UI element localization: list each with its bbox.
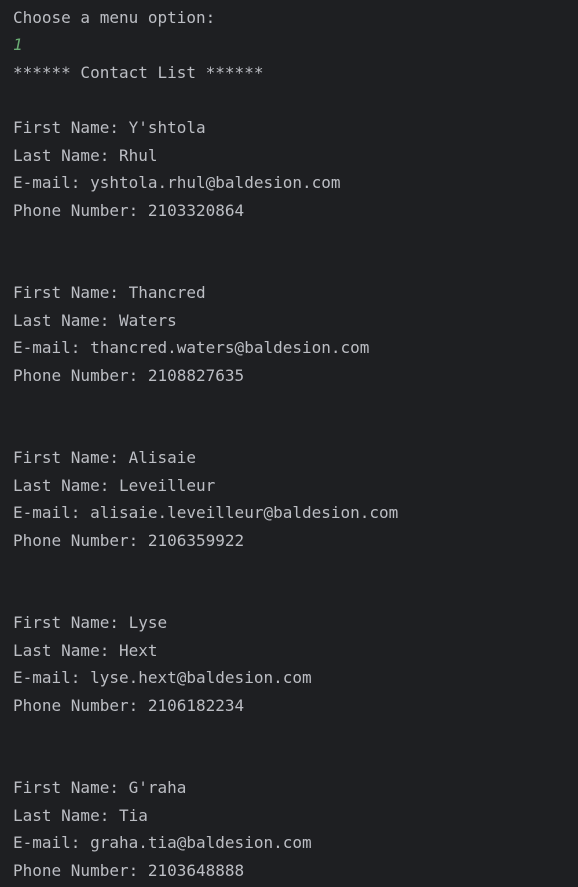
last-name-line: Last Name: Waters: [13, 310, 177, 332]
email-line: E-mail: thancred.waters@baldesion.com: [13, 337, 369, 359]
last-name-line: Last Name: Tia: [13, 805, 148, 827]
last-name-value: Hext: [118, 640, 158, 660]
phone-number-line: Phone Number: 2106182234: [13, 695, 244, 717]
email-label: E-mail:: [13, 833, 91, 852]
email-value: graha.tia@baldesion.com: [90, 833, 312, 852]
last-name-line: Last Name: Rhul: [13, 145, 158, 167]
email-label: E-mail:: [13, 668, 91, 687]
user-input: 1: [13, 35, 23, 54]
first-name-value: Lyse: [128, 613, 168, 632]
first-name-label: First Name:: [13, 778, 129, 797]
last-name-label: Last Name:: [13, 805, 119, 825]
phone-number-line: Phone Number: 2103320864: [13, 200, 244, 222]
email-line: E-mail: lyse.hext@baldesion.com: [13, 667, 312, 689]
email-label: E-mail:: [13, 173, 91, 192]
first-name-line: First Name: Lyse: [13, 612, 167, 634]
email-value: thancred.waters@baldesion.com: [90, 338, 370, 357]
last-name-label: Last Name:: [13, 145, 119, 165]
phone-number-label: Phone Number:: [13, 365, 148, 385]
first-name-label: First Name:: [13, 118, 129, 137]
last-name-label: Last Name:: [13, 310, 119, 330]
last-name-line: Last Name: Leveilleur: [13, 475, 215, 497]
last-name-label: Last Name:: [13, 640, 119, 660]
email-label: E-mail:: [13, 338, 91, 357]
phone-number-line: Phone Number: 2103648888: [13, 860, 244, 882]
email-line: E-mail: alisaie.leveilleur@baldesion.com: [13, 502, 398, 524]
email-value: alisaie.leveilleur@baldesion.com: [90, 503, 399, 522]
last-name-value: Tia: [118, 805, 148, 825]
first-name-label: First Name:: [13, 613, 129, 632]
first-name-label: First Name:: [13, 448, 129, 467]
first-name-line: First Name: Alisaie: [13, 447, 196, 469]
console-output: Choose a menu option: 1 ****** Contact L…: [0, 0, 578, 887]
last-name-value: Leveilleur: [118, 475, 216, 495]
first-name-line: First Name: Thancred: [13, 282, 206, 304]
phone-number-label: Phone Number:: [13, 860, 148, 880]
email-label: E-mail:: [13, 503, 91, 522]
phone-number-line: Phone Number: 2106359922: [13, 530, 244, 552]
email-value: yshtola.rhul@baldesion.com: [90, 173, 341, 192]
last-name-label: Last Name:: [13, 475, 119, 495]
first-name-value: Alisaie: [128, 448, 197, 467]
menu-prompt: Choose a menu option:: [13, 8, 216, 27]
first-name-value: Thancred: [128, 283, 206, 302]
first-name-label: First Name:: [13, 283, 129, 302]
phone-number-value: 2103320864: [147, 200, 245, 220]
last-name-value: Waters: [118, 310, 177, 330]
phone-number-label: Phone Number:: [13, 530, 148, 550]
first-name-value: G'raha: [128, 778, 187, 797]
phone-number-label: Phone Number:: [13, 695, 148, 715]
list-header: ****** Contact List ******: [13, 63, 264, 82]
phone-number-value: 2108827635: [147, 365, 245, 385]
phone-number-value: 2103648888: [147, 860, 245, 880]
phone-number-line: Phone Number: 2108827635: [13, 365, 244, 387]
email-line: E-mail: graha.tia@baldesion.com: [13, 832, 312, 854]
phone-number-label: Phone Number:: [13, 200, 148, 220]
last-name-value: Rhul: [118, 145, 158, 165]
last-name-line: Last Name: Hext: [13, 640, 158, 662]
phone-number-value: 2106359922: [147, 530, 245, 550]
first-name-value: Y'shtola: [128, 118, 206, 137]
email-value: lyse.hext@baldesion.com: [90, 668, 312, 687]
first-name-line: First Name: G'raha: [13, 777, 186, 799]
first-name-line: First Name: Y'shtola: [13, 117, 206, 139]
phone-number-value: 2106182234: [147, 695, 245, 715]
email-line: E-mail: yshtola.rhul@baldesion.com: [13, 172, 341, 194]
